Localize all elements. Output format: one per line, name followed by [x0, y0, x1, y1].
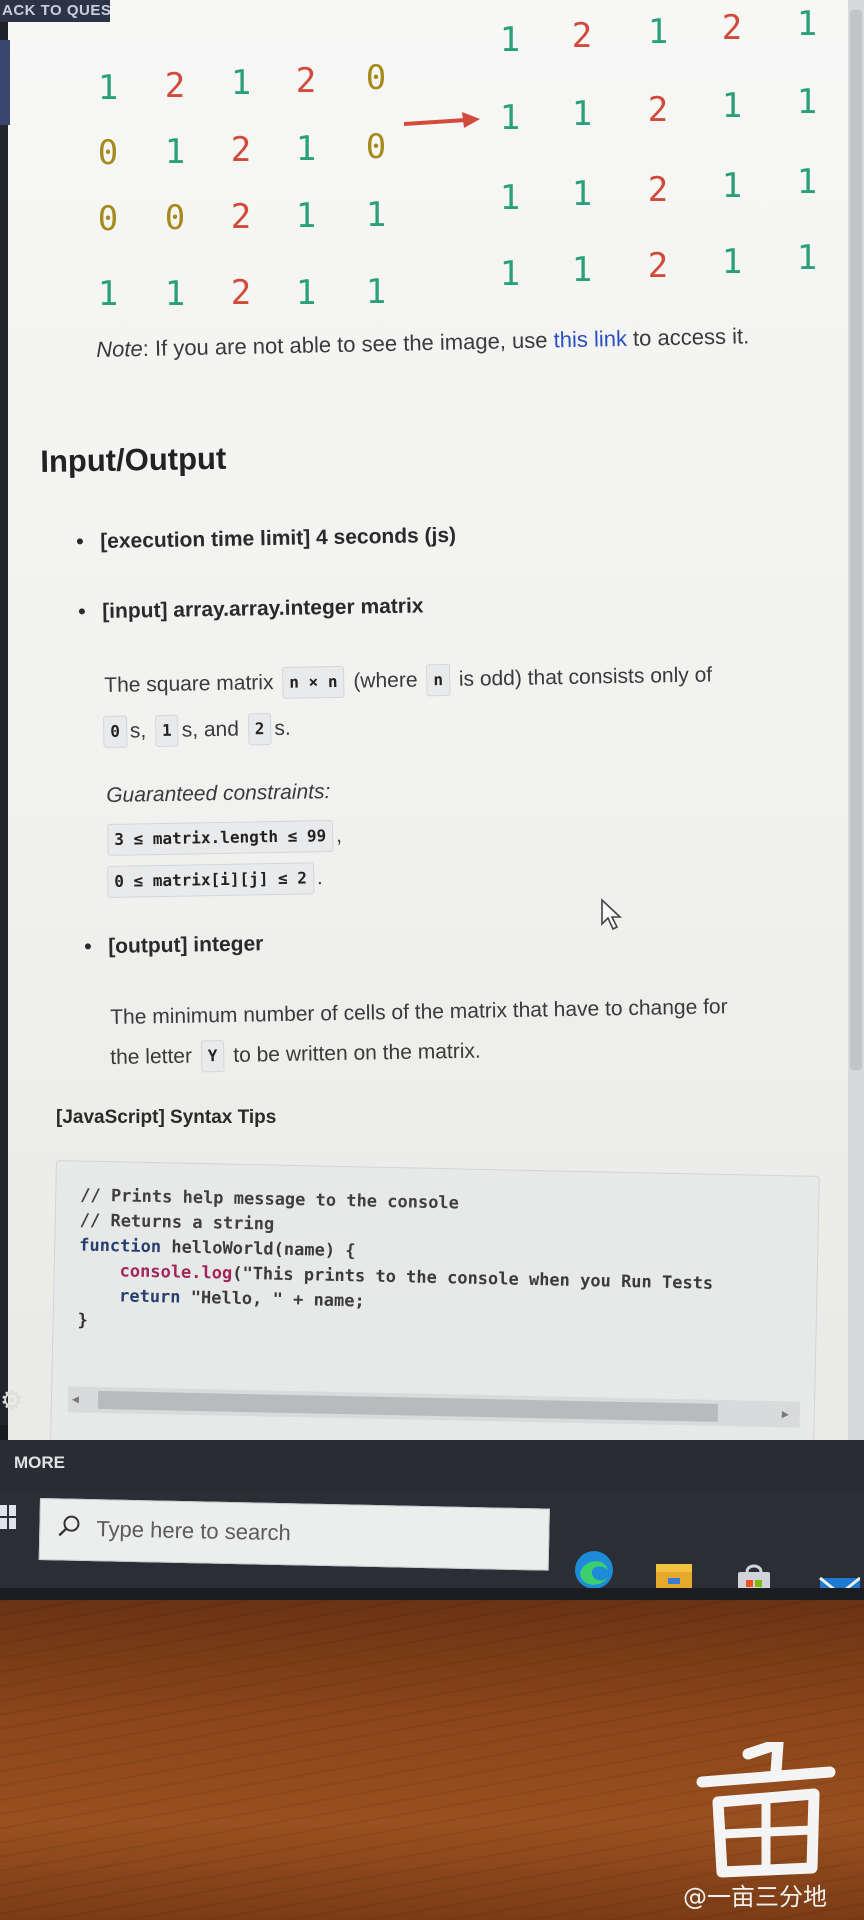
windows-start-icon[interactable] — [0, 1505, 16, 1531]
edge-browser-icon[interactable] — [572, 1548, 616, 1592]
matrix-left-cell: 2 — [230, 130, 252, 170]
code-comment: // Prints help message to the console — [80, 1185, 460, 1214]
matrix-right-cell: 1 — [571, 250, 593, 290]
watermark-logo — [696, 1742, 836, 1878]
input-description-line2: 0 s, 1 s, and 2 s. — [100, 713, 291, 748]
syntax-tips-title: [JavaScript] Syntax Tips — [56, 1107, 277, 1128]
code-keyword: function — [79, 1235, 162, 1258]
matrix-right-cell: 1 — [499, 98, 521, 138]
code-comment: // Returns a string — [79, 1210, 275, 1235]
taskbar-search-box[interactable]: Type here to search — [38, 1498, 550, 1571]
matrix-right-cell: 1 — [796, 82, 818, 122]
back-to-question-link[interactable]: ACK TO QUEST — [0, 0, 110, 22]
matrix-right-cell: 1 — [796, 238, 818, 278]
matrix-right-cell: 2 — [647, 246, 669, 286]
page-scrollbar-thumb[interactable] — [850, 10, 862, 1070]
sidebar-edge — [0, 125, 8, 1425]
matrix-left-cell: 0 — [365, 58, 387, 98]
constraint-2: 0 ≤ matrix[i][j] ≤ 2. — [104, 862, 323, 898]
mouse-cursor-icon — [601, 898, 623, 931]
scroll-left-icon[interactable]: ◂ — [72, 1390, 79, 1407]
constraint-1: 3 ≤ matrix.length ≤ 99, — [104, 820, 342, 856]
matrix-right-cell: 1 — [796, 162, 818, 202]
matrix-left-cell: 2 — [230, 197, 252, 237]
matrix-right-cell: 1 — [647, 12, 669, 52]
matrix-left-cell: 0 — [97, 133, 119, 173]
code-block: // Prints help message to the console //… — [49, 1160, 820, 1476]
code-keyword: return — [118, 1286, 181, 1308]
matrix-left-cell: 1 — [97, 274, 119, 314]
matrix-right-cell: 1 — [721, 166, 743, 206]
matrix-left-cell: 2 — [295, 60, 317, 101]
gear-icon[interactable]: ⚙ — [0, 1385, 23, 1415]
code-chip-n: n — [426, 663, 451, 697]
matrix-left-cell: 0 — [164, 198, 186, 238]
matrix-right-cell: 2 — [721, 8, 743, 48]
input-desc-text: s. — [274, 716, 291, 740]
matrix-left-cell: 1 — [97, 68, 119, 108]
input-desc-text: s, — [129, 719, 147, 743]
matrix-right-cell: 2 — [647, 170, 669, 210]
output-desc-text: the letter — [110, 1044, 193, 1069]
output-desc-text: to be written on the matrix. — [233, 1039, 481, 1067]
code-console-log: console.log — [119, 1261, 233, 1284]
matrix-left-cell: 1 — [365, 272, 387, 312]
matrix-left-cell: 1 — [295, 272, 317, 313]
matrix-left-cell: 1 — [295, 128, 317, 169]
matrix-left-cell: 1 — [164, 273, 186, 314]
matrix-left-cell: 2 — [230, 273, 252, 313]
code-chip-constraint-2: 0 ≤ matrix[i][j] ≤ 2 — [106, 862, 315, 898]
scroll-right-icon[interactable]: ▸ — [782, 1405, 789, 1422]
code-scrollbar-thumb[interactable] — [97, 1390, 719, 1422]
code-chip-2: 2 — [247, 713, 272, 746]
note-label: Note — [96, 336, 143, 362]
matrix-right-cell: 2 — [571, 16, 593, 56]
image-link[interactable]: this link — [553, 326, 627, 353]
code-return-value: "Hello, " + name; — [180, 1287, 365, 1312]
matrix-right-cell: 1 — [721, 86, 743, 126]
code-chip-1: 1 — [154, 714, 180, 748]
more-button[interactable]: MORE — [14, 1453, 65, 1473]
matrix-right-cell: 2 — [647, 90, 669, 130]
matrix-right-cell: 1 — [499, 178, 521, 218]
search-placeholder: Type here to search — [96, 1516, 292, 1546]
code-chip-y: Y — [200, 1040, 225, 1073]
matrix-right-cell: 1 — [499, 20, 521, 60]
bullet-output: [output] integer — [108, 932, 264, 959]
matrix-right-cell: 1 — [796, 4, 818, 44]
watermark-text: @一亩三分地 — [683, 1883, 827, 1911]
code-chip-constraint-1: 3 ≤ matrix.length ≤ 99 — [106, 820, 334, 856]
arrow-right-icon — [404, 112, 480, 128]
matrix-left-cell: 1 — [365, 195, 387, 235]
matrix-left-cell: 1 — [295, 196, 317, 236]
sidebar-accent — [0, 40, 10, 125]
input-desc-text: (where — [353, 668, 418, 693]
code-chip-0: 0 — [102, 715, 128, 748]
search-icon — [58, 1515, 80, 1537]
input-desc-text: is odd) that consists only of — [458, 663, 713, 691]
input-desc-text: s, and — [181, 717, 240, 742]
matrix-right-cell: 1 — [499, 254, 521, 294]
more-bar — [0, 1440, 864, 1490]
note-text-after: to access it. — [626, 323, 750, 351]
matrix-left-cell: 0 — [365, 127, 387, 167]
code-lines: // Prints help message to the console //… — [77, 1184, 715, 1347]
matrix-left-cell: 1 — [164, 131, 186, 172]
constraints-label: Guaranteed constraints: — [106, 780, 331, 807]
matrix-right-cell: 1 — [571, 174, 593, 214]
matrix-right-cell: 1 — [571, 94, 593, 134]
input-desc-text: The square matrix — [104, 671, 274, 697]
constraint-suffix: , — [335, 823, 343, 847]
matrix-left-cell: 0 — [97, 199, 119, 239]
code-close-brace: } — [77, 1310, 89, 1331]
matrix-right-cell: 1 — [721, 242, 743, 282]
matrix-left-cell: 2 — [164, 65, 186, 106]
output-description-line2: the letter Y to be written on the matrix… — [110, 1036, 481, 1074]
code-chip-nxn: n × n — [282, 665, 345, 699]
matrix-left-cell: 1 — [230, 63, 252, 103]
section-title: Input/Output — [40, 440, 227, 479]
constraint-suffix: . — [316, 866, 323, 890]
code-function-sig: helloWorld(name) { — [160, 1237, 356, 1262]
code-horizontal-scrollbar[interactable]: ◂ ▸ — [67, 1386, 801, 1428]
